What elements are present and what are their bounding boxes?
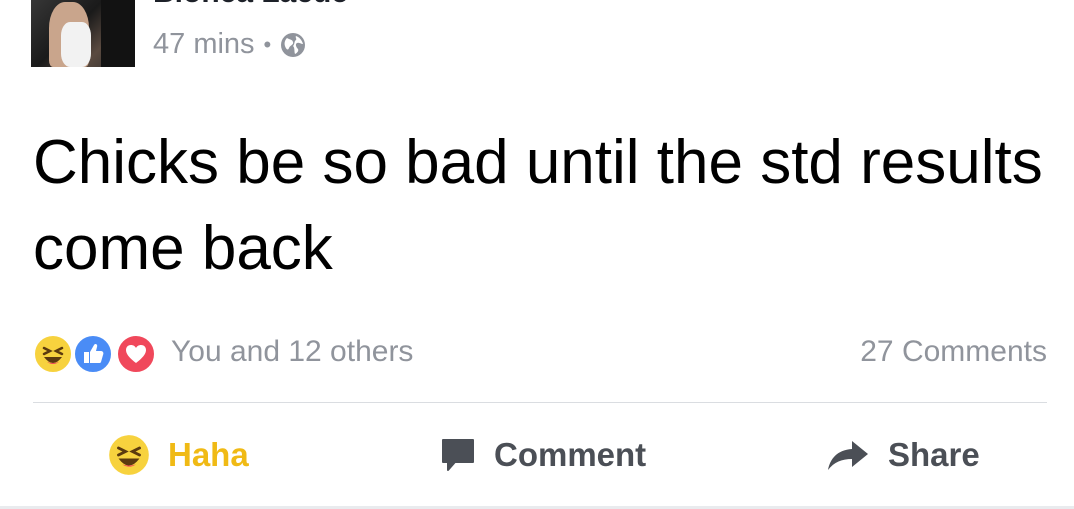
like-reaction-icon [73,334,113,374]
avatar-shape [61,22,91,67]
divider [33,402,1047,403]
reaction-icons[interactable] [33,334,163,374]
post-meta: 47 mins • [153,28,306,61]
share-label: Share [888,436,980,473]
avatar-shape [101,0,135,67]
love-reaction-icon [116,334,156,374]
post-text: Chicks be so bad until the std results c… [33,128,1043,283]
post-timestamp[interactable]: 47 mins [153,28,255,61]
post-header: Bionca Lacue 47 mins • [31,0,1031,68]
reactions-summary-row: You and 12 others 27 Comments [33,332,1047,376]
globe-icon [280,32,306,58]
comment-label: Comment [494,436,647,473]
haha-label: Haha [168,436,249,473]
comments-count[interactable]: 27 Comments [860,335,1047,369]
comment-icon [440,437,476,473]
meta-separator: • [263,31,272,57]
author-avatar[interactable] [31,0,135,67]
haha-button[interactable]: Haha [108,425,249,485]
haha-reaction-icon [33,334,73,374]
reactions-summary-text[interactable]: You and 12 others [171,335,413,369]
comment-button[interactable]: Comment [440,425,646,485]
share-button[interactable]: Share [826,425,980,485]
author-name[interactable]: Bionca Lacue [153,0,348,10]
post-actions: Haha Comment Share [33,425,1047,485]
share-icon [826,437,870,473]
haha-icon [108,434,150,476]
